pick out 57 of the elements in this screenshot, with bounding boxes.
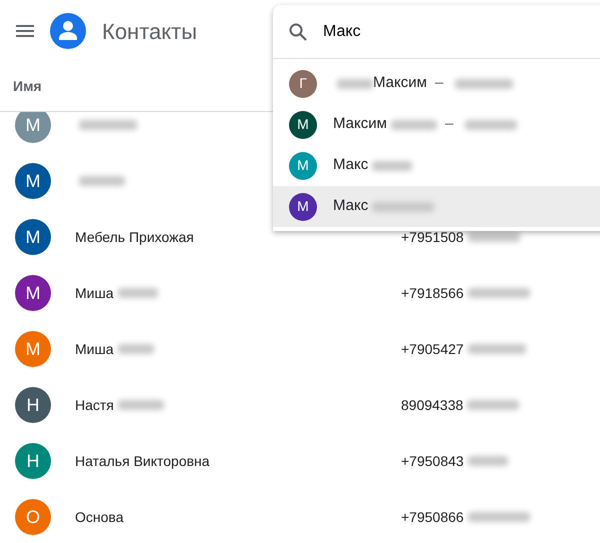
avatar: М: [289, 192, 317, 220]
suggestion-item[interactable]: М Макс: [273, 145, 600, 186]
search-icon[interactable]: [289, 22, 307, 40]
blurred-text: [118, 288, 158, 298]
phone-number: +7950866: [401, 508, 464, 526]
phone-number: +7905427: [401, 340, 464, 358]
blurred-text: [468, 512, 530, 522]
avatar: М: [15, 163, 51, 199]
dash-separator: –: [434, 73, 444, 94]
blurred-text: [118, 344, 154, 354]
avatar: М: [15, 112, 51, 143]
contact-name: Миша: [75, 340, 114, 358]
phone-number: +7950843: [401, 452, 464, 470]
avatar: М: [15, 331, 51, 367]
search-field[interactable]: Макс: [323, 20, 523, 44]
blurred-text: [372, 202, 434, 212]
blurred-text: [372, 160, 412, 170]
contact-name: Макс: [333, 155, 368, 176]
avatar: М: [289, 152, 317, 180]
contact-name: Максим: [373, 73, 427, 94]
phone-number: +7951508: [401, 228, 464, 246]
suggestion-item[interactable]: Г Максим –: [273, 63, 600, 104]
avatar: Н: [15, 387, 51, 423]
phone-number: 89094338: [401, 396, 464, 414]
contact-name: Максим: [333, 114, 387, 134]
blurred-text: [390, 120, 437, 130]
phone-number: +7918566: [401, 284, 464, 302]
avatar: О: [15, 499, 51, 535]
contacts-logo-icon: [50, 13, 86, 49]
app-title: Контакты: [102, 18, 198, 46]
blurred-text: [468, 456, 508, 466]
avatar: М: [15, 219, 51, 255]
blurred-text: [468, 344, 526, 354]
blurred-text: [79, 120, 137, 130]
contact-name: Макс: [333, 196, 368, 216]
blurred-text: [455, 78, 514, 88]
column-header[interactable]: Имя: [13, 76, 42, 97]
avatar: М: [15, 275, 51, 311]
blurred-text: [468, 232, 520, 242]
dash-separator: –: [444, 114, 454, 134]
blurred-text: [118, 400, 164, 410]
suggestion-item[interactable]: М Макс: [273, 186, 600, 227]
avatar: М: [289, 110, 317, 138]
avatar: Н: [15, 443, 51, 479]
blurred-text: [467, 400, 520, 410]
blurred-text: [465, 120, 518, 130]
contact-name: Мебель Прихожая: [75, 228, 194, 247]
blurred-text: [79, 176, 125, 186]
menu-icon[interactable]: [16, 25, 34, 37]
blurred-text: [468, 288, 530, 298]
contact-name: Основа: [75, 508, 124, 526]
blurred-text: [337, 78, 373, 88]
avatar: Г: [289, 70, 317, 98]
contact-name: Наталья Викторовна: [75, 452, 210, 471]
suggestion-item[interactable]: М Максим –: [273, 104, 600, 145]
contact-name: Настя: [75, 396, 114, 414]
contact-name: Миша: [75, 284, 114, 302]
